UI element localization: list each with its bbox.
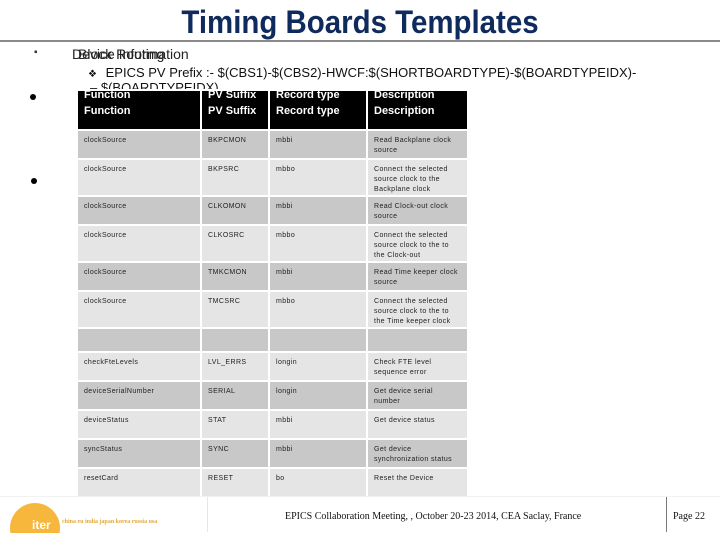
table-row: deviceStatus STAT mbbi Get device status [78,411,467,438]
cell-record-type [270,329,366,351]
table-row: checkFteLevels LVL_ERRS longin Check FTE le… [78,353,467,380]
footer-divider [0,496,720,497]
cell-description: Connect the selected source clock to the… [368,226,467,261]
cell-function: clockSource [78,263,200,290]
round-bullet-icon [31,178,37,184]
slide-title: Timing Boards Templates [181,4,539,40]
diamond-bullet-icon: ❖ [88,69,97,80]
table-row [78,329,467,351]
pv-prefix-continuation: – $(BOARDTYPEIDX) [90,80,219,89]
cell-pv-suffix: TMCSRC [202,292,268,327]
cell-function: resetCard [78,469,200,496]
cell-record-type: mbbi [270,440,366,467]
cell-pv-suffix: LVL_ERRS [202,353,268,380]
cell-description: Check FTE level sequence error [368,353,467,380]
cell-record-type: mbbi [270,263,366,290]
table-header-row: Function PV Suffix Record type Descripti… [78,101,467,129]
cell-description: Read Backplane clock source [368,131,467,158]
cell-pv-suffix: RESET [202,469,268,496]
cell-pv-suffix: BKPCMON [202,131,268,158]
footer-separator [666,497,667,532]
cell-record-type: mbbo [270,160,366,195]
cell-pv-suffix: STAT [202,411,268,438]
table-row: clockSource TMKCMON mbbi Read Time keeper c… [78,263,467,290]
cell-record-type: mbbo [270,226,366,261]
cell-pv-suffix: CLKOSRC [202,226,268,261]
cell-function: deviceStatus [78,411,200,438]
cell-pv-suffix: CLKOMON [202,197,268,224]
cell-record-type: mbbi [270,131,366,158]
pv-table: Function PV Suffix Record type Descripti… [76,99,469,498]
cell-description: Read Clock-out clock source [368,197,467,224]
meeting-info: EPICS Collaboration Meeting, , October 2… [285,511,582,522]
header-description: Description [368,101,467,129]
cell-pv-suffix: BKPSRC [202,160,268,195]
table-row: clockSource CLKOSRC mbbo Connect the select… [78,226,467,261]
cell-pv-suffix: TMKCMON [202,263,268,290]
logo-text: iter [32,518,51,532]
header-record-type: Record type [270,101,366,129]
iter-logo: iter [10,503,60,533]
cell-function: deviceSerialNumber [78,382,200,409]
page-number: Page 22 [673,511,705,522]
cell-function: clockSource [78,292,200,327]
cell-description: Get device status [368,411,467,438]
table-row: resetCard RESET bo Reset the Device [78,469,467,496]
table-row: clockSource BKPSRC mbbo Connect the selecte… [78,160,467,195]
round-bullet-icon [30,94,36,100]
pv-prefix-line: ❖ EPICS PV Prefix :- $(CBS1)-$(CBS2)-HWC… [88,65,636,80]
cell-function: checkFteLevels [78,353,200,380]
table-row: deviceSerialNumber SERIAL longin Get device… [78,382,467,409]
cell-description: Read Time keeper clock source [368,263,467,290]
cell-pv-suffix: SYNC [202,440,268,467]
pv-prefix-text: EPICS PV Prefix :- $(CBS1)-$(CBS2)-HWCF:… [105,65,637,80]
cell-function: syncStatus [78,440,200,467]
cell-description [368,329,467,351]
cell-description: Get device synchronization status [368,440,467,467]
header-function: Function [78,101,200,129]
cell-record-type: longin [270,382,366,409]
cell-record-type: longin [270,353,366,380]
cell-description: Connect the selected source clock to the… [368,160,467,195]
square-bullet-icon: ▪ [34,47,38,58]
bullet-text-block-routing: Block Routing [78,46,165,62]
cell-description: Reset the Device [368,469,467,496]
table-row: syncStatus SYNC mbbi Get device synchroniza… [78,440,467,467]
footer-separator [207,497,208,532]
cell-record-type: mbbi [270,197,366,224]
title-divider [0,40,720,42]
cell-record-type: bo [270,469,366,496]
cell-function: clockSource [78,226,200,261]
table-row: clockSource TMCSRC mbbo Connect the selecte… [78,292,467,327]
cell-record-type: mbbi [270,411,366,438]
member-countries: china eu india japan korea russia usa [62,519,158,525]
table-row: clockSource BKPCMON mbbi Read Backplane clo… [78,131,467,158]
cell-description: Connect the selected source clock to the… [368,292,467,327]
cell-function: clockSource [78,197,200,224]
cell-function [78,329,200,351]
cell-pv-suffix: SERIAL [202,382,268,409]
cell-function: clockSource [78,160,200,195]
cell-record-type: mbbo [270,292,366,327]
cell-pv-suffix [202,329,268,351]
header-pv-suffix: PV Suffix [202,101,268,129]
table-row: clockSource CLKOMON mbbi Read Clock-out clo… [78,197,467,224]
cell-description: Get device serial number [368,382,467,409]
cell-function: clockSource [78,131,200,158]
